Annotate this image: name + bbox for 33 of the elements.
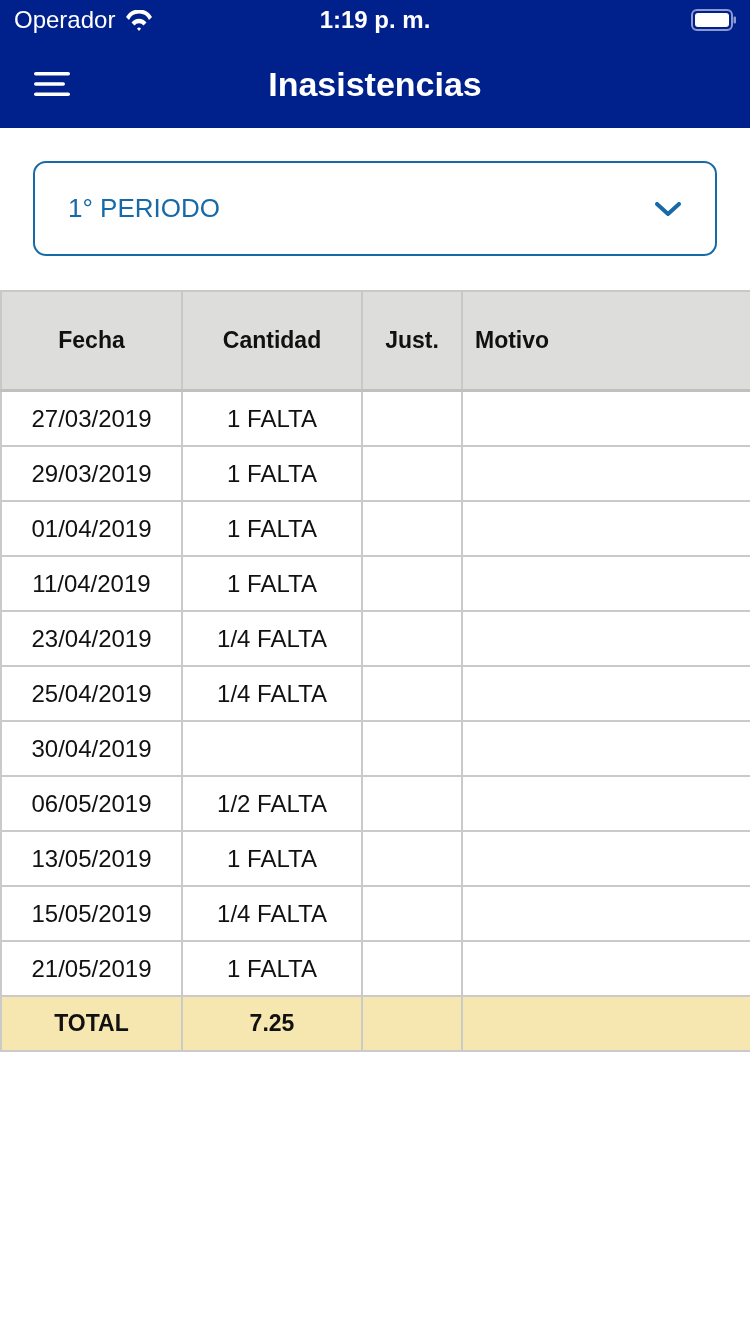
status-time: 1:19 p. m. <box>319 6 431 34</box>
table-cell: 23/04/2019 <box>1 611 182 666</box>
table-cell: 11/04/2019 <box>1 556 182 611</box>
period-dropdown[interactable]: 1° PERIODO <box>33 161 717 256</box>
column-header: Just. <box>362 291 462 391</box>
table-cell: 1/4 FALTA <box>182 886 362 941</box>
total-value: 7.25 <box>182 996 362 1051</box>
column-header: Motivo <box>462 291 750 391</box>
menu-icon[interactable] <box>34 72 70 96</box>
table-cell: 29/03/2019 <box>1 446 182 501</box>
table-cell: 1 FALTA <box>182 446 362 501</box>
column-header: Cantidad <box>182 291 362 391</box>
carrier-name: Operador <box>14 6 116 34</box>
table-cell: 01/04/2019 <box>1 501 182 556</box>
table-cell: 13/05/2019 <box>1 831 182 886</box>
table-cell: 1/2 FALTA <box>182 776 362 831</box>
battery-icon <box>691 9 736 31</box>
table-cell: 1 FALTA <box>182 501 362 556</box>
table-cell: 27/03/2019 <box>1 390 182 446</box>
screen-title: Inasistencias <box>268 64 482 104</box>
column-header: Fecha <box>1 291 182 391</box>
table-cell: 06/05/2019 <box>1 776 182 831</box>
table-cell: 25/04/2019 <box>1 666 182 721</box>
wifi-icon <box>125 9 154 31</box>
table-cell: 1 FALTA <box>182 831 362 886</box>
chevron-down-icon <box>655 201 681 216</box>
table-cell: 1/4 FALTA <box>182 611 362 666</box>
table-cell: 1 FALTA <box>182 556 362 611</box>
table-cell: 1/4 FALTA <box>182 666 362 721</box>
table-cell: 15/05/2019 <box>1 886 182 941</box>
table-cell: 1 FALTA <box>182 390 362 446</box>
total-label: TOTAL <box>1 996 182 1051</box>
table-cell: 30/04/2019 <box>1 721 182 776</box>
